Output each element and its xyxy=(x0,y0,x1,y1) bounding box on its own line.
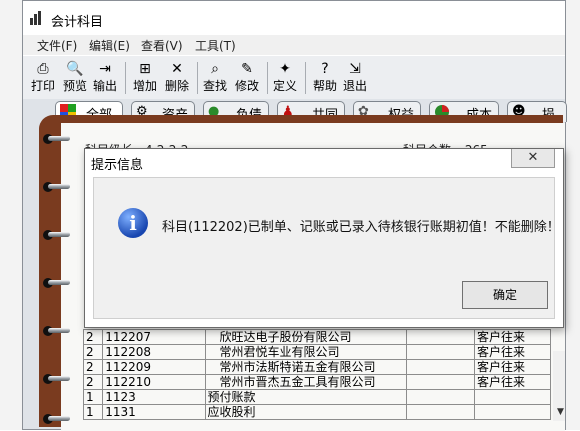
help-label: 帮助 xyxy=(312,79,337,93)
delete-button[interactable]: ✕ 删除 xyxy=(163,59,191,97)
window-title: 会计科目 xyxy=(51,15,104,30)
edit-button[interactable]: ✎ 修改 xyxy=(233,59,261,97)
window-titlebar: 会计科目 xyxy=(23,1,565,36)
cell-type: 客户往来 xyxy=(473,374,552,390)
cell-type xyxy=(473,389,552,405)
add-icon: ⊞ xyxy=(139,61,151,77)
preview-button[interactable]: 🔍 预览 xyxy=(61,59,89,97)
cell-name: 常州市晋杰五金工具有限公司 xyxy=(204,374,408,390)
binder-ring xyxy=(43,277,71,289)
cell-empty xyxy=(406,344,475,360)
close-button[interactable]: ✕ xyxy=(511,149,555,168)
add-button[interactable]: ⊞ 增加 xyxy=(131,59,159,97)
cell-name: 预付账款 xyxy=(204,389,408,405)
table-row[interactable]: 2 112209 常州市法斯特诺五金有限公司 客户往来 xyxy=(82,359,552,375)
add-label: 增加 xyxy=(132,79,157,93)
binder-ring xyxy=(43,181,71,193)
cell-level: 1 xyxy=(82,404,104,420)
cell-name: 常州市法斯特诺五金有限公司 xyxy=(204,359,408,375)
cell-code: 112210 xyxy=(102,374,206,390)
cell-level: 2 xyxy=(82,359,104,375)
info-icon: i xyxy=(118,208,148,238)
scroll-down-arrow-icon[interactable]: ▼ xyxy=(557,407,564,417)
message-dialog: 提示信息 ✕ i 科目(112202)已制单、记账或已录入待核银行账期初值！不能… xyxy=(84,148,564,328)
table-row[interactable]: 1 1131 应收股利 xyxy=(82,404,552,420)
cell-name: 应收股利 xyxy=(204,404,408,420)
close-icon: ✕ xyxy=(527,150,539,165)
cell-type xyxy=(473,404,552,420)
table-row[interactable]: 2 112208 常州君悦车业有限公司 客户往来 xyxy=(82,344,552,360)
cell-code: 1123 xyxy=(102,389,206,405)
table-row[interactable]: 1 1123 预付账款 xyxy=(82,389,552,405)
cell-name: 欣旺达电子股份有限公司 xyxy=(204,329,408,345)
cell-type: 客户往来 xyxy=(473,344,552,360)
toolbar-separator xyxy=(197,62,198,94)
define-button[interactable]: ✦ 定义 xyxy=(271,59,299,97)
menu-view[interactable]: 查看(V) xyxy=(141,37,183,54)
dialog-body: i 科目(112202)已制单、记账或已录入待核银行账期初值！不能删除！ 确定 xyxy=(93,177,560,319)
cell-empty xyxy=(406,389,475,405)
edit-icon: ✎ xyxy=(241,61,253,77)
table-row[interactable]: 2 112207 欣旺达电子股份有限公司 客户往来 xyxy=(82,329,552,345)
ok-button[interactable]: 确定 xyxy=(462,281,548,309)
cell-code: 112207 xyxy=(102,329,206,345)
binder-ring xyxy=(43,413,71,425)
cell-empty xyxy=(406,404,475,420)
print-label: 打印 xyxy=(30,79,55,93)
print-button[interactable]: ⎙ 打印 xyxy=(29,59,57,97)
cell-empty xyxy=(406,329,475,345)
cell-code: 112208 xyxy=(102,344,206,360)
cell-level: 2 xyxy=(82,344,104,360)
preview-icon: 🔍 xyxy=(66,61,84,77)
toolbar: ⎙ 打印 🔍 预览 ⇥ 输出 ⊞ 增加 ✕ 删除 ⌕ 查找 ✎ 修改 ✦ 定义 … xyxy=(23,55,565,101)
preview-label: 预览 xyxy=(62,79,87,93)
edit-label: 修改 xyxy=(234,79,259,93)
cell-code: 1131 xyxy=(102,404,206,420)
menu-file[interactable]: 文件(F) xyxy=(37,37,77,54)
help-icon: ? xyxy=(321,61,329,77)
define-label: 定义 xyxy=(272,79,297,93)
cell-level: 1 xyxy=(82,389,104,405)
cell-level: 2 xyxy=(82,329,104,345)
cell-code: 112209 xyxy=(102,359,206,375)
binder-ring xyxy=(43,325,71,337)
export-button[interactable]: ⇥ 输出 xyxy=(91,59,119,97)
cell-level: 2 xyxy=(82,374,104,390)
exit-label: 退出 xyxy=(342,79,367,93)
binder-ring xyxy=(43,133,71,145)
help-button[interactable]: ? 帮助 xyxy=(311,59,339,97)
cell-name: 常州君悦车业有限公司 xyxy=(204,344,408,360)
binder-ring xyxy=(43,373,71,385)
printer-icon: ⎙ xyxy=(37,61,49,77)
exit-icon: ⇲ xyxy=(349,61,361,77)
cell-empty xyxy=(406,359,475,375)
table-row[interactable]: 2 112210 常州市晋杰五金工具有限公司 客户往来 xyxy=(82,374,552,390)
menu-edit[interactable]: 编辑(E) xyxy=(89,37,130,54)
delete-icon: ✕ xyxy=(171,61,183,77)
dialog-message: 科目(112202)已制单、记账或已录入待核银行账期初值！不能删除！ xyxy=(162,220,560,235)
exit-button[interactable]: ⇲ 退出 xyxy=(341,59,369,97)
bar-chart-icon xyxy=(30,11,41,25)
find-icon: ⌕ xyxy=(211,61,219,77)
desktop-left-background xyxy=(0,0,23,430)
binder-ring xyxy=(43,229,71,241)
menu-bar: 文件(F) 编辑(E) 查看(V) 工具(T) xyxy=(23,35,565,55)
delete-label: 删除 xyxy=(164,79,189,93)
subjects-table: 2 112207 欣旺达电子股份有限公司 客户往来 2 112208 常州君悦车… xyxy=(82,329,552,420)
cell-type: 客户往来 xyxy=(473,359,552,375)
menu-tools[interactable]: 工具(T) xyxy=(195,37,236,54)
define-icon: ✦ xyxy=(279,61,291,77)
toolbar-separator xyxy=(267,62,268,94)
cell-type: 客户往来 xyxy=(473,329,552,345)
find-button[interactable]: ⌕ 查找 xyxy=(201,59,229,97)
export-icon: ⇥ xyxy=(99,61,111,77)
export-label: 输出 xyxy=(92,79,117,93)
toolbar-separator xyxy=(305,62,306,94)
toolbar-separator xyxy=(125,62,126,94)
find-label: 查找 xyxy=(202,79,227,93)
desktop-right-background xyxy=(566,0,580,430)
dialog-title: 提示信息 xyxy=(91,158,144,173)
cell-empty xyxy=(406,374,475,390)
